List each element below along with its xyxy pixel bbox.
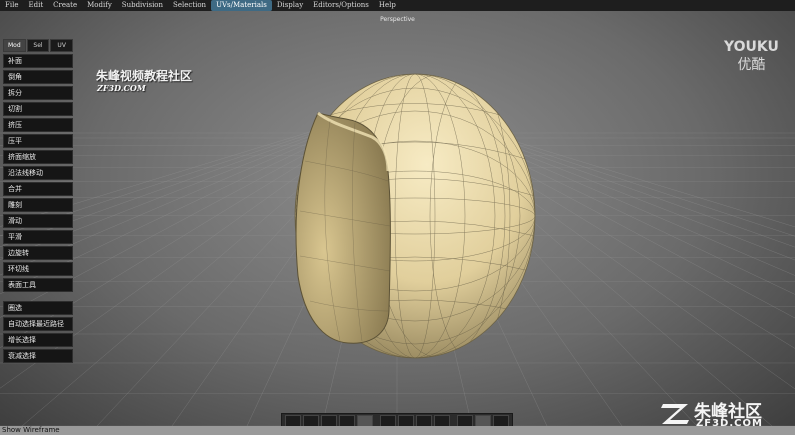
- tool-button[interactable]: 挤压: [3, 118, 73, 132]
- view-perspective-icon[interactable]: [339, 415, 355, 426]
- tab-sel[interactable]: Sel: [26, 39, 50, 52]
- bottom-toolbar: [281, 413, 513, 426]
- menubar: File Edit Create Modify Subdivision Selection…: [0, 0, 795, 11]
- tool-button[interactable]: 环切线: [3, 262, 73, 276]
- panel-tabs: Mod Sel UV: [3, 39, 74, 52]
- menu-display[interactable]: Display: [272, 0, 308, 11]
- tool-button[interactable]: 雕刻: [3, 198, 73, 212]
- tool-button[interactable]: 增长选择: [3, 333, 73, 347]
- zhufeng-logo: 朱峰社区 ZF3D.COM: [660, 391, 790, 426]
- tool-button[interactable]: 拆分: [3, 86, 73, 100]
- view-top-icon[interactable]: [321, 415, 337, 426]
- tab-mod[interactable]: Mod: [3, 39, 26, 52]
- logo-url: ZF3D.COM: [696, 418, 763, 426]
- watermark-title: 朱峰视频教程社区: [96, 69, 193, 83]
- view-front-icon[interactable]: [285, 415, 301, 426]
- tool-button[interactable]: 切割: [3, 102, 73, 116]
- move-tool-icon[interactable]: [380, 415, 396, 426]
- view-iso-icon[interactable]: [357, 415, 373, 426]
- tool-button[interactable]: 合并: [3, 182, 73, 196]
- menu-modify[interactable]: Modify: [82, 0, 117, 11]
- tool-button[interactable]: 倒角: [3, 70, 73, 84]
- menu-editors-options[interactable]: Editors/Options: [308, 0, 374, 11]
- tool-button[interactable]: 滑动: [3, 214, 73, 228]
- frame-tool-icon[interactable]: [475, 415, 491, 426]
- menu-uvs-materials[interactable]: UVs/Materials: [211, 0, 272, 11]
- status-text: Show Wireframe: [2, 426, 60, 434]
- rotate-tool-icon[interactable]: [398, 415, 414, 426]
- tool-button[interactable]: 边旋转: [3, 246, 73, 260]
- selection-tools-group: 圈选自动选择最近路径 增长选择衰减选择: [3, 301, 73, 363]
- tool-button[interactable]: 压平: [3, 134, 73, 148]
- axis-tool-icon[interactable]: [434, 415, 450, 426]
- youku-logo-en: YOUKU: [724, 39, 779, 55]
- curve-tool-icon[interactable]: [457, 415, 473, 426]
- menu-edit[interactable]: Edit: [23, 0, 48, 11]
- view-side-icon[interactable]: [303, 415, 319, 426]
- tool-panel: Mod Sel UV 补面倒角拆分切割挤压压平挤面缩放沿法线移动合并雕刻滑动平滑边旋…: [3, 39, 74, 365]
- mesh-opening: [295, 112, 391, 344]
- scale-tool-icon[interactable]: [416, 415, 432, 426]
- tool-button[interactable]: 表面工具: [3, 278, 73, 292]
- menu-file[interactable]: File: [0, 0, 23, 11]
- tool-button[interactable]: 平滑: [3, 230, 73, 244]
- tool-button[interactable]: 衰减选择: [3, 349, 73, 363]
- perspective-viewport[interactable]: Perspective Mod Sel UV 补面 倒角 拆分 切割 挤压 压平…: [0, 11, 795, 426]
- menu-selection[interactable]: Selection: [168, 0, 211, 11]
- tool-button[interactable]: 沿法线移动: [3, 166, 73, 180]
- tool-button[interactable]: 自动选择最近路径: [3, 317, 73, 331]
- modify-tools-group: 补面倒角拆分切割挤压压平挤面缩放沿法线移动合并雕刻滑动平滑边旋转环切线表面工具: [3, 54, 73, 292]
- tool-button[interactable]: 补面: [3, 54, 73, 68]
- tab-uv[interactable]: UV: [50, 39, 74, 52]
- tool-button[interactable]: 圈选: [3, 301, 73, 315]
- menu-subdivision[interactable]: Subdivision: [117, 0, 168, 11]
- tool-button[interactable]: 挤面缩放: [3, 150, 73, 164]
- youku-logo-cn: 优酷: [737, 57, 766, 73]
- z-logo-icon: [661, 404, 689, 424]
- menu-create[interactable]: Create: [48, 0, 82, 11]
- status-bar: Show Wireframe: [0, 426, 795, 435]
- youku-logo: YOUKU 优酷: [724, 39, 779, 74]
- lasso-tool-icon[interactable]: [493, 415, 509, 426]
- menu-help[interactable]: Help: [374, 0, 401, 11]
- watermark-url: ZF3D.COM: [97, 83, 146, 93]
